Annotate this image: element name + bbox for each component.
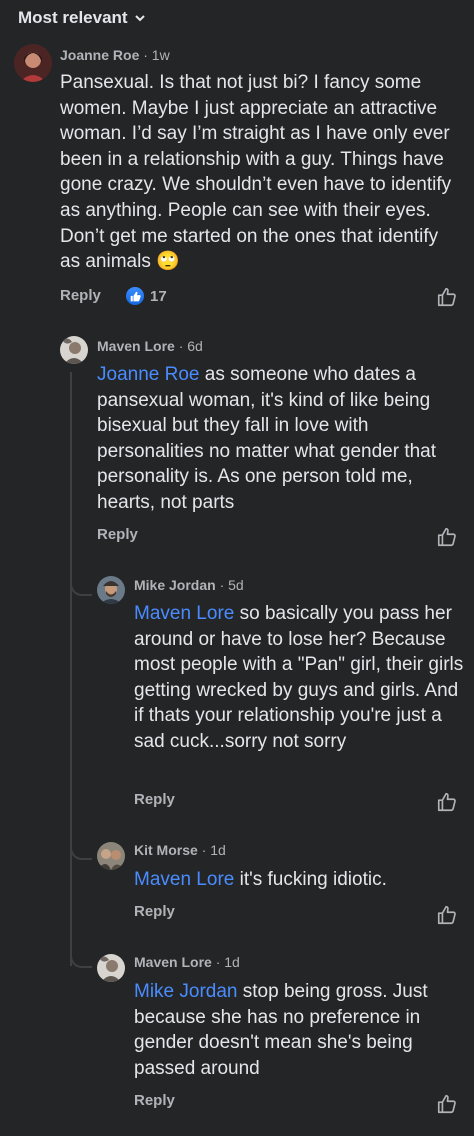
reply-button[interactable]: Reply (134, 903, 175, 920)
mention-link[interactable]: Maven Lore (134, 603, 234, 624)
reaction-count: 17 (150, 287, 167, 305)
thumbs-up-icon[interactable] (436, 791, 458, 813)
thumbs-up-icon[interactable] (436, 286, 458, 308)
thread-connector (70, 842, 92, 860)
avatar-image (97, 954, 125, 982)
thread-line (70, 372, 72, 596)
timestamp[interactable]: · 1d (202, 842, 226, 858)
author-name[interactable]: Joanne Roe (60, 47, 139, 63)
reply-button[interactable]: Reply (134, 1092, 175, 1109)
avatar-image (14, 44, 52, 82)
reply-button[interactable]: Reply (97, 526, 138, 543)
chevron-down-icon (134, 15, 145, 22)
avatar[interactable] (60, 336, 88, 364)
comment-text: Pansexual. Is that not just bi? I fancy … (60, 72, 452, 273)
like-reaction-icon (126, 287, 144, 305)
timestamp[interactable]: · 6d (179, 338, 203, 354)
comment-body: as someone who dates a pansexual woman, … (97, 364, 437, 513)
avatar[interactable] (14, 44, 52, 82)
avatar[interactable] (97, 954, 125, 982)
comment-meta: Kit Morse · 1d (134, 842, 226, 858)
sort-dropdown[interactable]: Most relevant (18, 8, 146, 28)
comment-text: Joanne Roe as someone who dates a pansex… (97, 362, 465, 516)
comment-meta: Joanne Roe · 1w (60, 47, 170, 63)
timestamp[interactable]: · 1d (216, 954, 240, 970)
mention-link[interactable]: Maven Lore (134, 869, 234, 890)
timestamp[interactable]: · 5d (220, 577, 244, 593)
thread-connector (70, 578, 92, 596)
comment-text: Maven Lore it's fucking idiotic. (134, 867, 464, 893)
thumbs-up-icon[interactable] (436, 526, 458, 548)
avatar-image (60, 336, 88, 364)
author-name[interactable]: Maven Lore (97, 338, 175, 354)
comment-meta: Mike Jordan · 5d (134, 577, 244, 593)
author-name[interactable]: Mike Jordan (134, 577, 216, 593)
mention-link[interactable]: Mike Jordan (134, 981, 238, 1002)
mention-link[interactable]: Joanne Roe (97, 364, 199, 385)
avatar-image (97, 576, 125, 604)
thumbs-up-icon[interactable] (436, 1093, 458, 1115)
thread-connector (70, 950, 92, 968)
reply-button[interactable]: Reply (134, 791, 175, 808)
thread-line (70, 596, 72, 966)
comment-text: Maven Lore so basically you pass her aro… (134, 601, 464, 755)
thumbs-up-icon[interactable] (436, 904, 458, 926)
timestamp[interactable]: · 1w (143, 47, 169, 63)
comment-meta: Maven Lore · 1d (134, 954, 240, 970)
avatar[interactable] (97, 576, 125, 604)
comment-meta: Maven Lore · 6d (97, 338, 203, 354)
avatar[interactable] (97, 842, 125, 870)
sort-label: Most relevant (18, 8, 128, 27)
avatar-image (97, 842, 125, 870)
comment-body: it's fucking idiotic. (234, 869, 387, 890)
author-name[interactable]: Maven Lore (134, 954, 212, 970)
reply-button[interactable]: Reply (60, 287, 101, 304)
comment-text: Mike Jordan stop being gross. Just becau… (134, 979, 464, 1081)
comment-body: so basically you pass her around or have… (134, 603, 464, 752)
author-name[interactable]: Kit Morse (134, 842, 198, 858)
reaction-summary[interactable]: 17 (126, 287, 167, 305)
